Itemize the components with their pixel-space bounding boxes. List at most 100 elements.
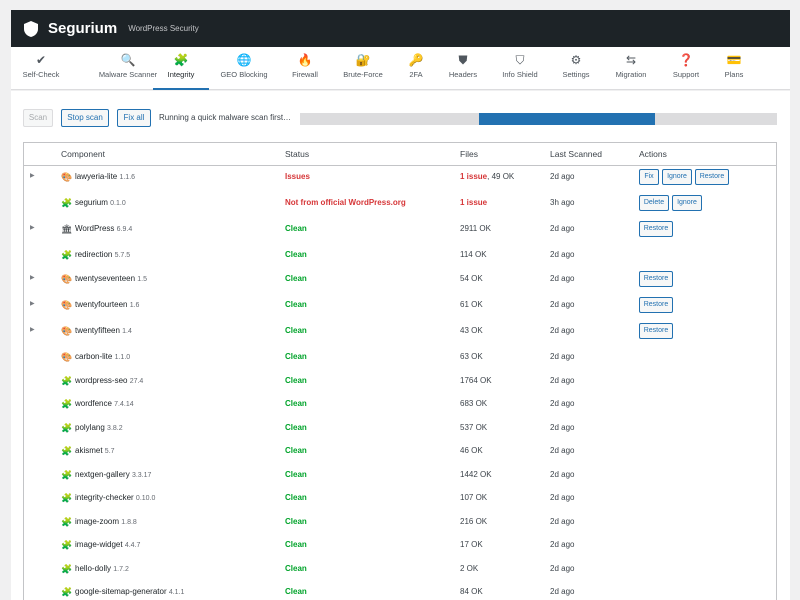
tab-headers[interactable]: ⛊ Headers [431, 47, 495, 90]
tab-integrity[interactable]: 🧩 Integrity [153, 47, 209, 90]
status-text: Clean [285, 423, 307, 432]
component-name-text: nextgen-gallery [75, 470, 130, 479]
table-row: 🧩 image-widget 4.4.7 Clean 17 OK 2d ago [24, 540, 776, 554]
files-count: 114 OK [460, 250, 487, 259]
status-text: Clean [285, 352, 307, 361]
tab-label: Headers [448, 70, 478, 79]
component-version: 1.1.0 [114, 354, 131, 361]
component-name-text: twentyfifteen [75, 326, 120, 335]
table-row: 🧩 wordfence 7.4.14 Clean 683 OK 2d ago [24, 399, 776, 413]
shield-info-icon: ⛉ [515, 53, 525, 67]
status-text: Clean [285, 564, 307, 573]
plugin-icon: 🧩 [61, 399, 73, 409]
status-text: Clean [285, 517, 307, 526]
component-version: 5.7 [104, 448, 115, 455]
tab-self-check[interactable]: ✔ Self-Check [9, 47, 73, 90]
component-name-text: integrity-checker [75, 493, 134, 502]
status-text: Clean [285, 540, 307, 549]
restore-button[interactable]: Restore [639, 221, 673, 237]
magnifier-icon: 🔍 [120, 53, 136, 67]
component-version: 27.4 [129, 378, 144, 385]
expand-arrow-icon[interactable]: ▶ [30, 326, 35, 333]
table-row: 🧩 google-sitemap-generator 4.1.1 Clean 84 O… [24, 587, 776, 600]
component-name-text: image-widget [75, 540, 123, 549]
files-ok-count: , 49 OK [487, 172, 515, 181]
component-name: hello-dolly 1.7.2 [75, 564, 129, 573]
last-scanned: 2d ago [550, 587, 575, 596]
component-name: twentyfifteen 1.4 [75, 326, 132, 335]
tab-label: Integrity [167, 70, 195, 79]
files-issue-count: 1 issue [460, 198, 488, 207]
ignore-button[interactable]: Ignore [662, 169, 692, 185]
files-count: 46 OK [460, 446, 483, 455]
expand-arrow-icon[interactable]: ▶ [30, 224, 35, 231]
expand-arrow-icon[interactable]: ▶ [30, 274, 35, 281]
integrity-panel: Scan Stop scan Fix all Running a quick m… [11, 91, 790, 600]
component-name-text: twentyseventeen [75, 274, 136, 283]
tab-label: Malware Scanner [98, 70, 158, 79]
last-scanned: 2d ago [550, 300, 575, 309]
column-header-status: Status [285, 149, 310, 159]
last-scanned: 2d ago [550, 446, 575, 455]
palette-icon: 🎨 [61, 300, 73, 310]
component-version: 1.7.2 [113, 566, 129, 573]
last-scanned: 2d ago [550, 250, 575, 259]
top-bar: Segurium WordPress Security [11, 10, 790, 47]
table-row: 🧩 integrity-checker 0.10.0 Clean 107 OK 2d a… [24, 493, 776, 507]
status-text: Clean [285, 224, 307, 233]
restore-button[interactable]: Restore [639, 323, 673, 339]
expand-arrow-icon[interactable]: ▶ [30, 172, 35, 179]
files-count: 17 OK [460, 540, 483, 549]
palette-icon: 🎨 [61, 274, 73, 284]
delete-button[interactable]: Delete [639, 195, 669, 211]
plugin-icon: 🧩 [61, 376, 73, 386]
stop-scan-button[interactable]: Stop scan [61, 109, 109, 127]
last-scanned: 2d ago [550, 470, 575, 479]
brand-subtitle: WordPress Security [128, 24, 199, 33]
restore-button[interactable]: Restore [639, 297, 673, 313]
ignore-button[interactable]: Ignore [672, 195, 702, 211]
component-version: 3.3.17 [131, 472, 152, 479]
column-header-component: Component [61, 149, 105, 159]
fix-button[interactable]: Fix [639, 169, 659, 185]
expand-arrow-icon[interactable]: ▶ [30, 300, 35, 307]
component-name-text: polylang [75, 423, 105, 432]
tab-info-shield[interactable]: ⛉ Info Shield [488, 47, 552, 90]
component-name: lawyeria-lite 1.1.6 [75, 172, 135, 181]
files-ok-count: 84 OK [460, 587, 483, 596]
component-version: 1.1.6 [119, 174, 136, 181]
component-name: twentyseventeen 1.5 [75, 274, 147, 283]
component-version: 0.1.0 [110, 200, 126, 207]
last-scanned: 2d ago [550, 274, 575, 283]
status-text: Clean [285, 274, 307, 283]
last-scanned: 2d ago [550, 517, 575, 526]
restore-button[interactable]: Restore [695, 169, 729, 185]
palette-icon: 🎨 [61, 326, 73, 336]
scan-progress-bar [300, 113, 777, 125]
files-count: 84 OK [460, 587, 483, 596]
component-version: 4.1.1 [168, 589, 185, 596]
plugin-icon: 🧩 [61, 423, 73, 433]
table-header: Component Status Files Last Scanned Acti… [24, 143, 776, 166]
tab-malware-scanner[interactable]: 🔍 Malware Scanner [96, 47, 160, 90]
plugin-icon: 🧩 [61, 587, 73, 597]
last-scanned: 2d ago [550, 399, 575, 408]
last-scanned: 3h ago [550, 198, 575, 207]
tab-plans[interactable]: 💳 Plans [702, 47, 766, 90]
component-name-text: segurium [75, 198, 108, 207]
tab-firewall[interactable]: 🔥 Firewall [273, 47, 337, 90]
shield-icon: ⛊ [458, 53, 468, 67]
files-count: 63 OK [460, 352, 483, 361]
table-row: 🧩 redirection 5.7.5 Clean 114 OK 2d ago [24, 250, 776, 264]
component-name: carbon-lite 1.1.0 [75, 352, 130, 361]
files-count: 1 issue, 49 OK [460, 172, 514, 181]
fix-all-button[interactable]: Fix all [117, 109, 151, 127]
scan-button[interactable]: Scan [23, 109, 53, 127]
component-name: wordfence 7.4.14 [75, 399, 134, 408]
component-version: 4.4.7 [124, 542, 141, 549]
component-name-text: lawyeria-lite [75, 172, 118, 181]
last-scanned: 2d ago [550, 172, 575, 181]
tab-geo-blocking[interactable]: 🌐 GEO Blocking [212, 47, 276, 90]
restore-button[interactable]: Restore [639, 271, 673, 287]
plugin-icon: 🧩 [61, 446, 73, 456]
